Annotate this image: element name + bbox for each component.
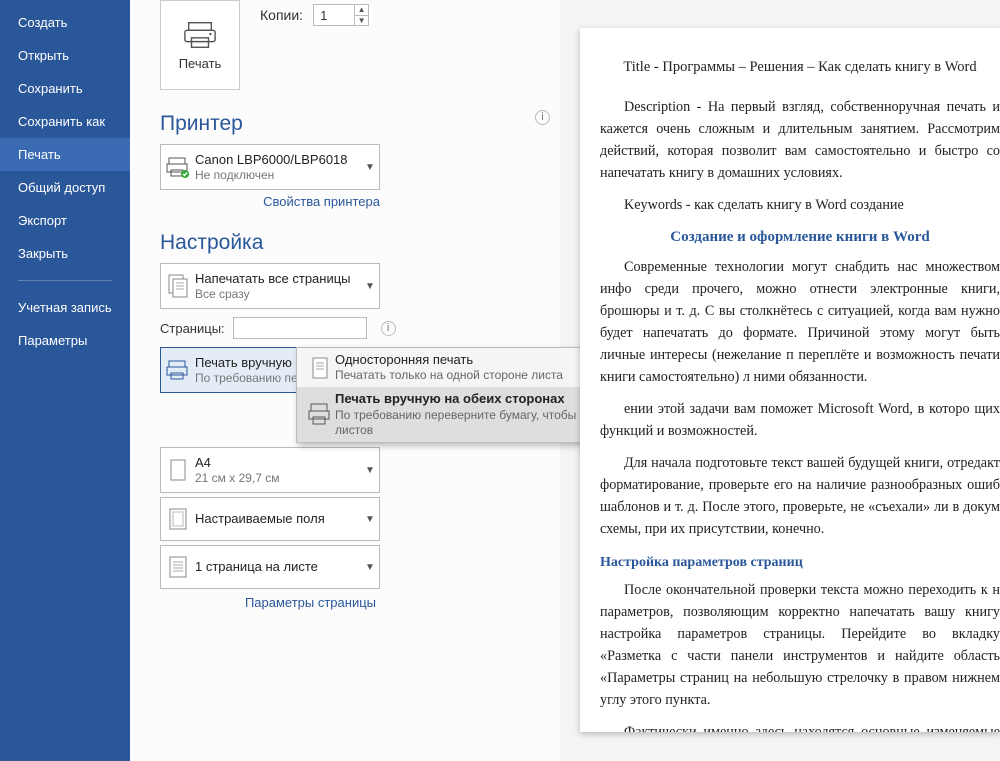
single-side-icon <box>305 355 335 381</box>
settings-section-title: Настройка <box>160 231 550 255</box>
chevron-down-icon: ▼ <box>361 514 379 525</box>
doc-paragraph: Фактически именно здесь находятся основн… <box>600 721 1000 732</box>
printer-dropdown[interactable]: Canon LBP6000/LBP6018 Не подключен ▼ <box>160 144 380 190</box>
margins-icon <box>161 507 195 531</box>
sidebar-item-print[interactable]: Печать <box>0 138 130 171</box>
doc-heading-2: Настройка параметров страниц <box>600 552 1000 574</box>
pages-per-sheet-main: 1 страница на листе <box>195 559 361 575</box>
copies-value: 1 <box>320 8 327 23</box>
print-button-label: Печать <box>179 56 222 71</box>
sidebar-item-export[interactable]: Экспорт <box>0 204 130 237</box>
chevron-down-icon: ▼ <box>361 562 379 573</box>
pages-input[interactable] <box>233 317 367 339</box>
printer-icon <box>183 20 217 50</box>
paper-size-sub: 21 см x 29,7 см <box>195 471 361 485</box>
copies-up-arrow[interactable]: ▲ <box>355 4 368 16</box>
printer-section-title: Принтер <box>160 112 243 136</box>
sidebar-item-account[interactable]: Учетная запись <box>0 291 130 324</box>
pages-label: Страницы: <box>160 321 225 336</box>
sidebar-item-save[interactable]: Сохранить <box>0 72 130 105</box>
sidebar-item-close[interactable]: Закрыть <box>0 237 130 270</box>
print-settings-panel: Печать Копии: 1 ▲ ▼ Принтер i <box>130 0 560 761</box>
print-scope-main: Напечатать все страницы <box>195 271 361 287</box>
printer-properties-link[interactable]: Свойства принтера <box>160 194 380 209</box>
page-setup-link[interactable]: Параметры страницы <box>160 595 380 610</box>
info-icon[interactable]: i <box>381 321 396 336</box>
manual-duplex-icon <box>305 401 335 427</box>
doc-description: Description - На первый взгляд, собствен… <box>600 96 1000 184</box>
backstage-sidebar: Создать Открыть Сохранить Сохранить как … <box>0 0 130 761</box>
doc-title: Title - Программы – Решения – Как сделат… <box>600 56 1000 78</box>
copies-label: Копии: <box>260 7 303 23</box>
doc-keywords: Keywords - как сделать книгу в Word созд… <box>600 194 1000 216</box>
info-icon[interactable]: i <box>535 110 550 125</box>
pages-icon <box>161 273 195 299</box>
printer-status: Не подключен <box>195 168 361 182</box>
sidebar-item-open[interactable]: Открыть <box>0 39 130 72</box>
duplex-icon <box>161 359 195 381</box>
doc-paragraph: ении этой задачи вам поможет Microsoft W… <box>600 398 1000 442</box>
copies-down-arrow[interactable]: ▼ <box>355 16 368 27</box>
margins-main: Настраиваемые поля <box>195 511 361 527</box>
paper-size-dropdown[interactable]: A4 21 см x 29,7 см ▼ <box>160 447 380 493</box>
print-button[interactable]: Печать <box>160 0 240 90</box>
sidebar-item-options[interactable]: Параметры <box>0 324 130 357</box>
print-scope-sub: Все сразу <box>195 287 361 301</box>
preview-page: Title - Программы – Решения – Как сделат… <box>580 28 1000 732</box>
sidebar-item-create[interactable]: Создать <box>0 6 130 39</box>
chevron-down-icon: ▼ <box>361 281 379 292</box>
paper-size-main: A4 <box>195 455 361 471</box>
copies-spinner[interactable]: 1 ▲ ▼ <box>313 4 369 26</box>
pages-per-sheet-dropdown[interactable]: 1 страница на листе ▼ <box>160 545 380 589</box>
chevron-down-icon: ▼ <box>361 465 379 476</box>
doc-paragraph: Для начала подготовьте текст вашей будущ… <box>600 452 1000 540</box>
sidebar-item-save-as[interactable]: Сохранить как <box>0 105 130 138</box>
doc-paragraph: После окончательной проверки текста можн… <box>600 579 1000 711</box>
print-scope-dropdown[interactable]: Напечатать все страницы Все сразу ▼ <box>160 263 380 309</box>
margins-dropdown[interactable]: Настраиваемые поля ▼ <box>160 497 380 541</box>
printer-status-icon <box>161 156 195 178</box>
sidebar-separator <box>18 280 112 281</box>
doc-heading-1: Создание и оформление книги в Word <box>600 226 1000 249</box>
sidebar-item-share[interactable]: Общий доступ <box>0 171 130 204</box>
printer-name: Canon LBP6000/LBP6018 <box>195 152 361 168</box>
doc-paragraph: Современные технологии могут снабдить на… <box>600 256 1000 388</box>
page-icon <box>161 458 195 482</box>
print-preview-area: Title - Программы – Решения – Как сделат… <box>560 0 1000 761</box>
chevron-down-icon: ▼ <box>361 162 379 173</box>
sheet-icon <box>161 555 195 579</box>
